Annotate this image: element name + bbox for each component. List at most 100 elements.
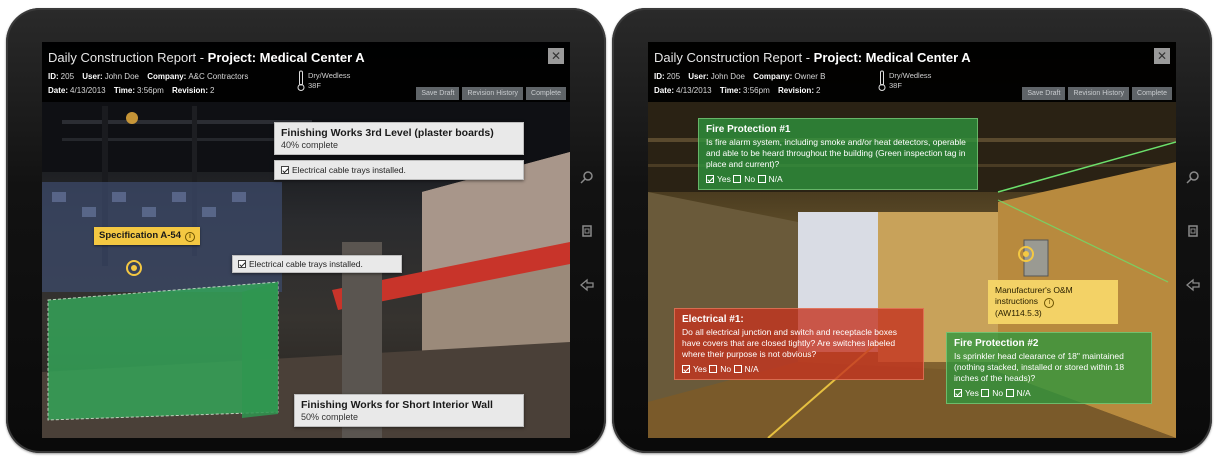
na-checkbox[interactable]: [733, 365, 742, 373]
weather-info: Dry/Wedless 38F: [308, 71, 350, 91]
electrical-1-question: Do all electrical junction and switch an…: [682, 327, 897, 359]
thermometer-icon: [878, 70, 886, 91]
yes-label: Yes: [717, 174, 731, 184]
finishing-3rd-level-check-callout[interactable]: Electrical cable trays installed.: [274, 160, 524, 180]
fire-protection-1-title: Fire Protection #1: [706, 124, 791, 135]
home-icon[interactable]: [1183, 224, 1203, 244]
home-icon[interactable]: [577, 224, 597, 244]
time-label: Time:: [113, 86, 136, 95]
weather-condition: Dry/Wedless: [889, 71, 932, 80]
yes-checkbox[interactable]: [706, 175, 714, 183]
meta-row-1: ID: 205 User: John Doe Company: A&C Contrac…: [48, 72, 248, 81]
location-marker-icon[interactable]: [126, 260, 142, 276]
revision-history-button[interactable]: Revision History: [462, 87, 524, 100]
checkbox-icon[interactable]: [238, 260, 246, 268]
revision-label: Revision:: [171, 86, 208, 95]
revision-history-button[interactable]: Revision History: [1068, 87, 1130, 100]
interior-wall-progress: 50% complete: [301, 412, 359, 422]
cable-trays-check-item[interactable]: Electrical cable trays installed.: [281, 165, 517, 175]
id-value: 205: [60, 72, 75, 81]
finishing-3rd-level-title: Finishing Works 3rd Level (plaster board…: [281, 127, 494, 139]
specification-tag[interactable]: Specification A-54 i: [94, 227, 201, 245]
na-label: N/A: [768, 174, 783, 184]
id-label: ID:: [654, 72, 665, 81]
report-title: Daily Construction Report - Project: Med…: [654, 50, 971, 65]
electrical-1-title: Electrical #1:: [682, 314, 744, 325]
finishing-3rd-level-callout[interactable]: Finishing Works 3rd Level (plaster board…: [274, 122, 524, 155]
date-label: Date:: [654, 86, 675, 95]
report-header: Daily Construction Report - Project: Med…: [648, 42, 1176, 102]
interior-wall-callout[interactable]: Finishing Works for Short Interior Wall …: [294, 394, 524, 427]
finishing-3rd-level-progress: 40% complete: [281, 140, 339, 150]
meta-row-2: Date: 4/13/2013 Time: 3:56pm Revision: 2: [654, 86, 820, 95]
weather-info: Dry/Wedless 38F: [889, 71, 931, 91]
user-value: John Doe: [104, 72, 139, 81]
na-label: N/A: [744, 364, 759, 374]
no-label: No: [744, 174, 756, 184]
cable-trays-check-label: Electrical cable trays installed.: [292, 165, 406, 175]
na-checkbox[interactable]: [757, 175, 766, 183]
yes-checkbox[interactable]: [954, 389, 962, 397]
cable-trays-check-item-2[interactable]: Electrical cable trays installed.: [238, 259, 396, 269]
id-label: ID:: [48, 72, 59, 81]
fire-protection-1-question: Is fire alarm system, including smoke an…: [706, 137, 966, 169]
company-label: Company:: [753, 72, 793, 81]
date-label: Date:: [48, 86, 69, 95]
company-value: Owner B: [794, 72, 826, 81]
time-label: Time:: [719, 86, 742, 95]
weather-condition: Dry/Wedless: [308, 71, 351, 80]
company-value: A&C Contractors: [188, 72, 249, 81]
info-icon[interactable]: i: [1044, 298, 1055, 308]
na-checkbox[interactable]: [1005, 389, 1014, 397]
electrical-1-panel[interactable]: Electrical #1: Do all electrical junctio…: [674, 308, 924, 380]
cable-trays-callout[interactable]: Electrical cable trays installed.: [232, 255, 402, 273]
save-draft-button[interactable]: Save Draft: [1022, 87, 1066, 100]
manufacturer-instructions-tag[interactable]: Manufacturer's O&M instructions i (AW114…: [988, 280, 1118, 324]
complete-button[interactable]: Complete: [1132, 87, 1172, 100]
interior-wall-title: Finishing Works for Short Interior Wall: [301, 399, 493, 411]
header-buttons: Save Draft Revision History Complete: [416, 87, 566, 100]
specification-tag-label: Specification A-54: [99, 230, 182, 241]
date-value: 4/13/2013: [676, 86, 712, 95]
no-checkbox[interactable]: [733, 175, 742, 183]
back-icon[interactable]: [577, 278, 597, 298]
date-value: 4/13/2013: [70, 86, 106, 95]
right-screen: Daily Construction Report - Project: Med…: [648, 42, 1176, 438]
yes-checkbox[interactable]: [682, 365, 690, 373]
electrical-1-options: Yes No N/A: [682, 364, 916, 374]
location-marker-icon[interactable]: [1018, 246, 1034, 262]
report-project-name: Project: Medical Center A: [207, 50, 365, 65]
fire-protection-2-panel[interactable]: Fire Protection #2 Is sprinkler head cle…: [946, 332, 1152, 404]
weather-temperature: 38F: [308, 81, 321, 90]
complete-button[interactable]: Complete: [526, 87, 566, 100]
no-checkbox[interactable]: [981, 389, 990, 397]
tablet-left: Daily Construction Report - Project: Med…: [6, 8, 606, 453]
revision-value: 2: [209, 86, 215, 95]
fire-protection-2-question: Is sprinkler head clearance of 18" maint…: [954, 351, 1125, 383]
report-project-name: Project: Medical Center A: [813, 50, 971, 65]
time-value: 3:56pm: [137, 86, 164, 95]
info-icon[interactable]: i: [185, 232, 196, 242]
company-label: Company:: [147, 72, 187, 81]
fire-protection-1-panel[interactable]: Fire Protection #1 Is fire alarm system,…: [698, 118, 978, 190]
header-buttons: Save Draft Revision History Complete: [1022, 87, 1172, 100]
search-icon[interactable]: [577, 170, 597, 190]
no-checkbox[interactable]: [709, 365, 718, 373]
meta-row-2: Date: 4/13/2013 Time: 3:56pm Revision: 2: [48, 86, 214, 95]
fire-protection-1-options: Yes No N/A: [706, 174, 970, 184]
checkbox-icon[interactable]: [281, 166, 289, 174]
user-label: User:: [688, 72, 709, 81]
back-icon[interactable]: [1183, 278, 1203, 298]
search-icon[interactable]: [1183, 170, 1203, 190]
no-label: No: [992, 388, 1004, 398]
report-title-prefix: Daily Construction Report -: [48, 50, 208, 65]
na-label: N/A: [1016, 388, 1031, 398]
revision-value: 2: [815, 86, 821, 95]
close-button[interactable]: ✕: [548, 48, 564, 64]
close-button[interactable]: ✕: [1154, 48, 1170, 64]
save-draft-button[interactable]: Save Draft: [416, 87, 460, 100]
revision-label: Revision:: [777, 86, 814, 95]
right-hardware-buttons: [1183, 170, 1203, 332]
yes-label: Yes: [965, 388, 979, 398]
cable-trays-check-label-2: Electrical cable trays installed.: [249, 259, 363, 269]
